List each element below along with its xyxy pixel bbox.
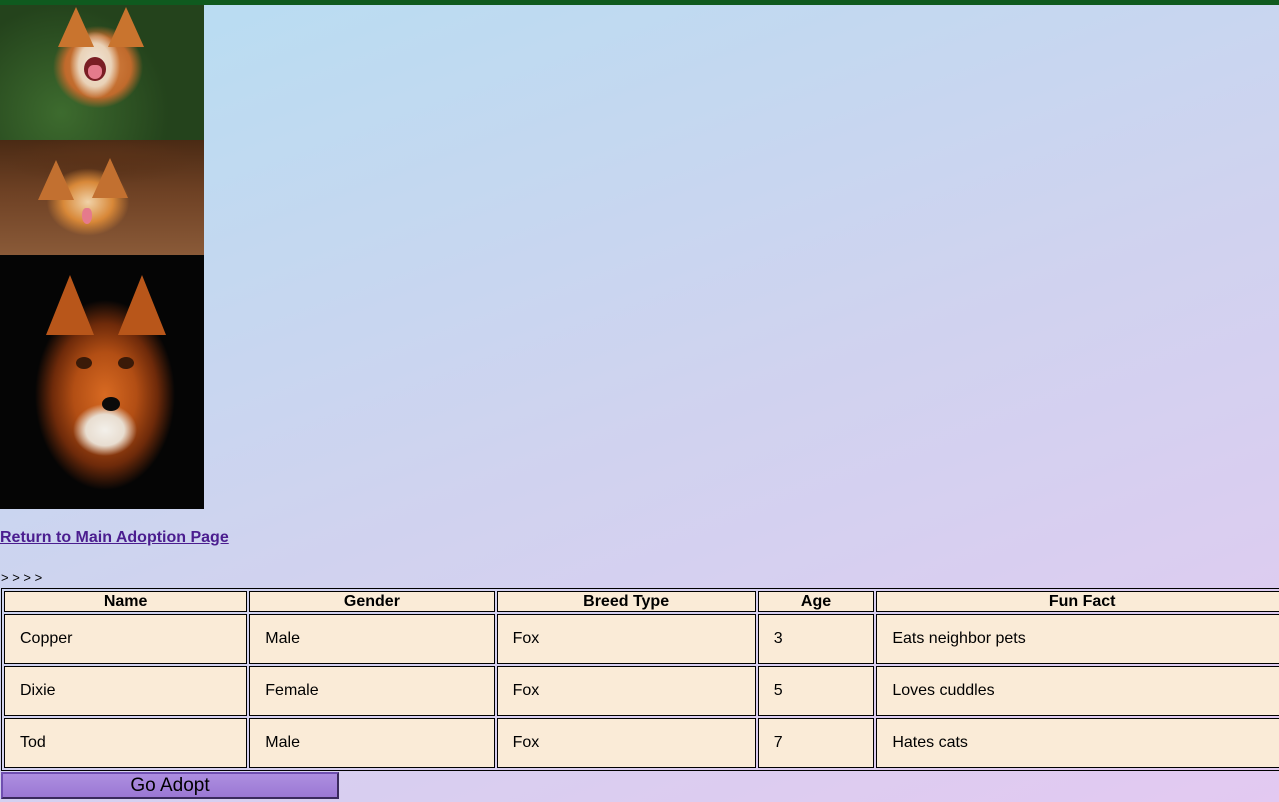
- cell-age: 5: [757, 666, 875, 716]
- fox-nose: [102, 397, 120, 411]
- cell-breed-type: Fox: [496, 614, 756, 664]
- table-row: Copper Male Fox 3 Eats neighbor pets: [4, 614, 1279, 664]
- cell-name: Copper: [4, 614, 248, 664]
- cell-gender: Female: [249, 666, 495, 716]
- fox-ear: [118, 275, 166, 335]
- fox-tongue: [88, 65, 102, 79]
- column-header-breed-type: Breed Type: [496, 591, 756, 612]
- column-header-age: Age: [757, 591, 875, 612]
- cell-fun-fact: Hates cats: [876, 718, 1279, 768]
- laughing-fox-photo: [0, 5, 204, 140]
- fox-ear: [38, 160, 74, 200]
- cell-breed-type: Fox: [496, 666, 756, 716]
- fox-eye: [118, 357, 134, 369]
- column-header-name: Name: [4, 591, 248, 612]
- fox-eye: [76, 357, 92, 369]
- fox-tongue-photo: [0, 140, 204, 255]
- fox-ear: [46, 275, 94, 335]
- cell-breed-type: Fox: [496, 718, 756, 768]
- table-header-row: Name Gender Breed Type Age Fun Fact: [4, 591, 1279, 612]
- cell-age: 3: [757, 614, 875, 664]
- cell-fun-fact: Eats neighbor pets: [876, 614, 1279, 664]
- table-row: Tod Male Fox 7 Hates cats: [4, 718, 1279, 768]
- table-row: Dixie Female Fox 5 Loves cuddles: [4, 666, 1279, 716]
- cell-age: 7: [757, 718, 875, 768]
- fox-ear: [58, 7, 94, 47]
- cell-gender: Male: [249, 614, 495, 664]
- column-header-fun-fact: Fun Fact: [876, 591, 1279, 612]
- cell-fun-fact: Loves cuddles: [876, 666, 1279, 716]
- return-main-adoption-link[interactable]: Return to Main Adoption Page: [0, 529, 229, 547]
- cell-name: Dixie: [4, 666, 248, 716]
- cell-name: Tod: [4, 718, 248, 768]
- cell-gender: Male: [249, 718, 495, 768]
- fox-tongue: [82, 208, 92, 224]
- arrow-markers: > > > >: [1, 570, 43, 585]
- pets-table: Name Gender Breed Type Age Fun Fact Copp…: [1, 588, 1279, 771]
- fox-ear: [108, 7, 144, 47]
- fox-portrait-photo: [0, 255, 204, 509]
- column-header-gender: Gender: [249, 591, 495, 612]
- go-adopt-button[interactable]: Go Adopt: [1, 772, 339, 799]
- fox-ear: [92, 158, 128, 198]
